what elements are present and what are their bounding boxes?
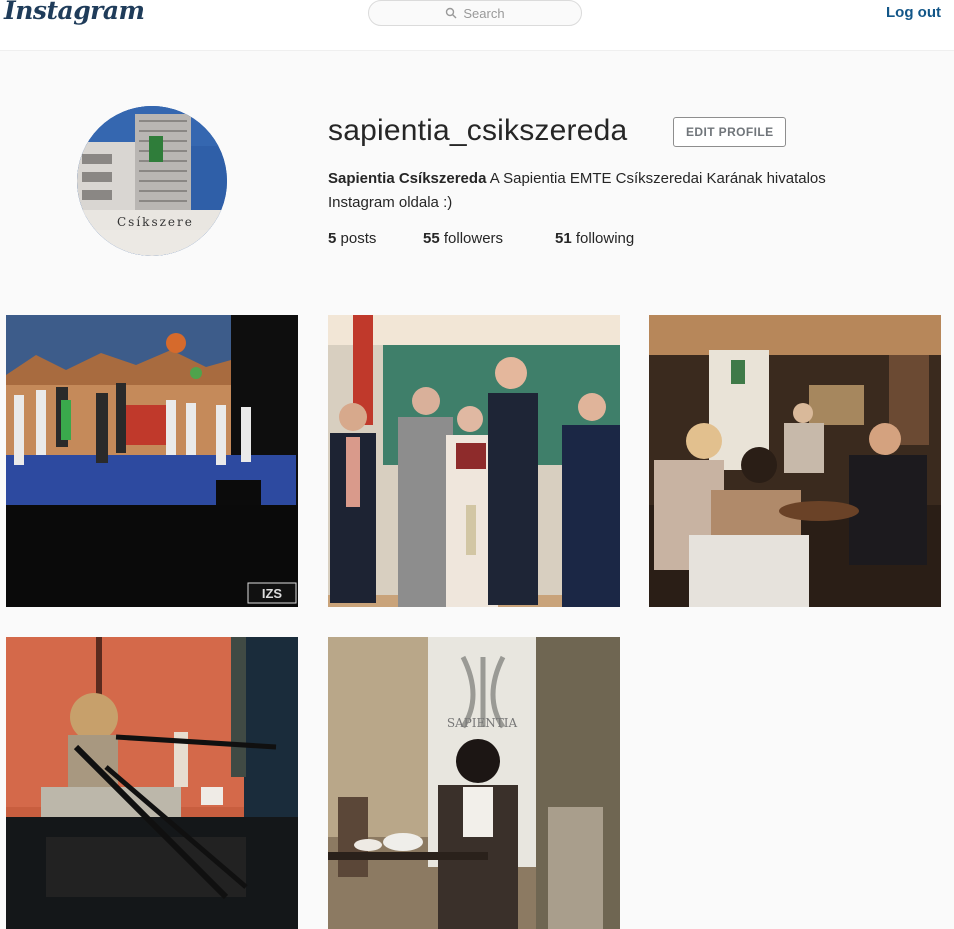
posts-stat: 5 posts xyxy=(328,230,376,247)
profile-avatar[interactable]: Csíkszere xyxy=(77,106,227,256)
post-thumbnail[interactable] xyxy=(649,315,941,607)
search-icon xyxy=(446,7,457,19)
instagram-logo[interactable]: Instagram xyxy=(4,0,145,25)
profile-bio: Sapientia Csíkszereda A Sapientia EMTE C… xyxy=(328,167,888,215)
post-image: SAPIENTIA xyxy=(328,637,620,929)
following-stat[interactable]: 51 following xyxy=(555,230,634,247)
posts-label: posts xyxy=(340,230,377,247)
avatar-photo: Csíkszere xyxy=(77,106,227,256)
following-count: 51 xyxy=(555,230,572,247)
post-thumbnail[interactable] xyxy=(328,315,620,607)
post-image xyxy=(328,315,620,607)
edit-profile-button[interactable]: EDIT PROFILE xyxy=(673,117,787,147)
post-thumbnail[interactable]: SAPIENTIA xyxy=(328,637,620,929)
post-watermark: IZS xyxy=(262,586,283,601)
logout-link[interactable]: Log out xyxy=(886,4,941,21)
posts-count: 5 xyxy=(328,230,337,247)
post-image xyxy=(649,315,941,607)
search-placeholder: Search xyxy=(463,5,505,21)
post-image xyxy=(6,637,298,929)
post-thumbnail[interactable]: IZS xyxy=(6,315,298,607)
profile-full-name: Sapientia Csíkszereda xyxy=(328,170,487,187)
post-thumbnail[interactable] xyxy=(6,637,298,929)
profile-username: sapientia_csikszereda xyxy=(328,114,628,147)
followers-stat[interactable]: 55 followers xyxy=(423,230,503,247)
following-label: following xyxy=(575,230,635,247)
top-navigation-bar: Instagram Search Log out xyxy=(0,0,954,51)
post-image: IZS xyxy=(6,315,298,607)
followers-count: 55 xyxy=(423,230,440,247)
post-sign-text: SAPIENTIA xyxy=(447,716,518,730)
avatar-sign-text: Csíkszere xyxy=(117,215,194,229)
followers-label: followers xyxy=(443,230,504,247)
search-input[interactable]: Search xyxy=(368,0,582,26)
